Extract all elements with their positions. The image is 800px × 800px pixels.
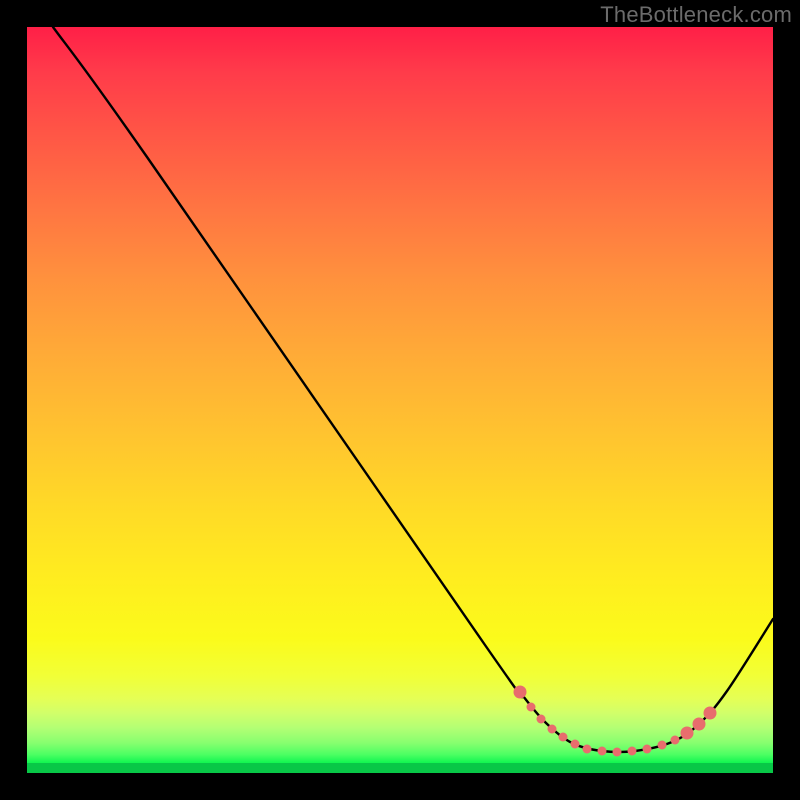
chart-container: TheBottleneck.com [0,0,800,800]
highlight-dot [613,748,622,757]
bottleneck-curve [53,27,773,752]
highlight-dot [537,715,546,724]
highlight-dot [559,733,568,742]
bottom-band [27,763,773,773]
highlight-dot [514,686,527,699]
highlight-dot [658,741,667,750]
highlight-dots [514,686,717,757]
highlight-dot [583,745,592,754]
highlight-dot [671,736,680,745]
highlight-dot [643,745,652,754]
highlight-dot [628,747,637,756]
plot-area [27,27,773,773]
watermark-text: TheBottleneck.com [600,2,792,28]
curve-layer [27,27,773,773]
highlight-dot [548,725,557,734]
highlight-dot [598,747,607,756]
highlight-dot [693,718,706,731]
highlight-dot [704,707,717,720]
highlight-dot [681,727,694,740]
highlight-dot [527,703,536,712]
highlight-dot [571,740,580,749]
